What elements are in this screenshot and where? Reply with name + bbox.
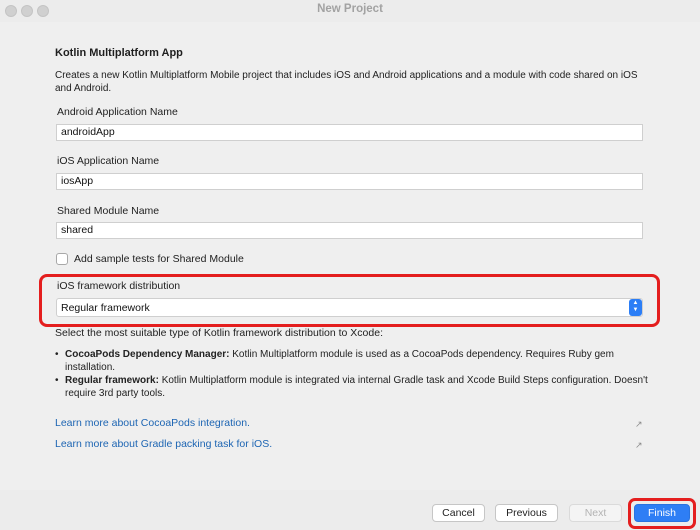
bullet-title: Regular framework: bbox=[65, 375, 159, 386]
bullet-title: CocoaPods Dependency Manager: bbox=[65, 349, 230, 360]
sample-tests-label: Add sample tests for Shared Module bbox=[74, 253, 244, 265]
shared-module-name-input[interactable]: shared bbox=[56, 222, 643, 239]
external-link-icon[interactable]: ↗ bbox=[635, 419, 643, 430]
page-description: Creates a new Kotlin Multiplatform Mobil… bbox=[55, 70, 638, 94]
shared-module-name-label: Shared Module Name bbox=[57, 205, 160, 217]
external-link-icon[interactable]: ↗ bbox=[635, 440, 643, 451]
next-button[interactable]: Next bbox=[569, 504, 622, 522]
bullet-icon: • bbox=[55, 375, 59, 386]
list-item: • CocoaPods Dependency Manager: Kotlin M… bbox=[55, 348, 655, 374]
page-title: Kotlin Multiplatform App bbox=[55, 47, 183, 59]
cocoapods-link[interactable]: Learn more about CocoaPods integration. bbox=[55, 417, 250, 429]
list-item: • Regular framework: Kotlin Multiplatfor… bbox=[55, 374, 655, 400]
distribution-hint: Select the most suitable type of Kotlin … bbox=[55, 327, 383, 339]
sample-tests-checkbox[interactable] bbox=[56, 253, 68, 265]
ios-distribution-label: iOS framework distribution bbox=[57, 280, 181, 292]
previous-button[interactable]: Previous bbox=[495, 504, 558, 522]
android-app-name-label: Android Application Name bbox=[57, 106, 178, 118]
window-title: New Project bbox=[317, 3, 383, 15]
dialog-content: Kotlin Multiplatform App Creates a new K… bbox=[0, 22, 700, 490]
ios-app-name-input[interactable]: iosApp bbox=[56, 173, 643, 190]
gradle-task-link[interactable]: Learn more about Gradle packing task for… bbox=[55, 438, 272, 450]
bullet-icon: • bbox=[55, 349, 59, 360]
title-bar: New Project bbox=[0, 0, 700, 22]
ios-distribution-select[interactable]: Regular framework ▲ ▼ bbox=[56, 298, 643, 317]
dialog-footer: Cancel Previous Next Finish bbox=[0, 490, 700, 530]
finish-highlight-box bbox=[628, 498, 696, 529]
cancel-button[interactable]: Cancel bbox=[432, 504, 485, 522]
distribution-options-list: • CocoaPods Dependency Manager: Kotlin M… bbox=[55, 348, 655, 400]
ios-app-name-label: iOS Application Name bbox=[57, 155, 160, 167]
chevron-up-down-icon[interactable]: ▲ ▼ bbox=[629, 299, 642, 316]
ios-distribution-value: Regular framework bbox=[61, 302, 150, 314]
sample-tests-row[interactable]: Add sample tests for Shared Module bbox=[56, 252, 244, 266]
android-app-name-input[interactable]: androidApp bbox=[56, 124, 643, 141]
